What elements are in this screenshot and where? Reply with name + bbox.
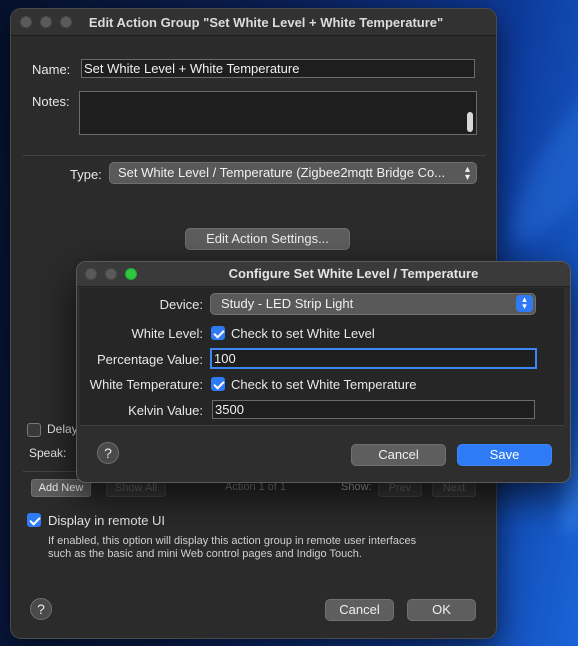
notes-textarea[interactable] [79, 91, 477, 135]
kelvin-label: Kelvin Value: [128, 403, 203, 418]
type-popup[interactable]: Set White Level / Temperature (Zigbee2mq… [109, 162, 477, 184]
delay-checkbox[interactable] [27, 423, 41, 437]
configure-dialog: Configure Set White Level / Temperature … [76, 261, 571, 483]
separator [23, 155, 486, 156]
delay-label: Delay [47, 422, 78, 436]
zoom-window-button[interactable] [125, 268, 137, 280]
help-icon[interactable]: ? [97, 442, 119, 464]
white-temperature-checkbox[interactable] [211, 377, 225, 391]
device-popup[interactable]: Study - LED Strip Light ▴ ▾ [210, 293, 536, 315]
white-temperature-checkbox-label: Check to set White Temperature [231, 377, 417, 392]
white-temperature-label: White Temperature: [89, 377, 203, 392]
display-remote-ui-checkbox[interactable] [27, 513, 41, 527]
wallpaper-streak [492, 42, 578, 258]
close-window-button[interactable] [85, 268, 97, 280]
white-level-checkbox-label: Check to set White Level [231, 326, 375, 341]
dialog-scrollbar[interactable] [558, 290, 564, 426]
notes-label: Notes: [32, 94, 70, 109]
updown-chevron-icon: ▴ ▾ [464, 164, 470, 183]
percentage-field[interactable]: 100 [210, 348, 537, 369]
white-level-label: White Level: [131, 326, 203, 341]
ok-button[interactable]: OK [407, 599, 476, 621]
dialog-title: Configure Set White Level / Temperature [228, 266, 479, 281]
notes-scrollbar[interactable] [467, 112, 473, 132]
percentage-label: Percentage Value: [97, 352, 203, 367]
help-icon[interactable]: ? [30, 598, 52, 620]
name-label: Name: [32, 62, 71, 77]
type-popup-value: Set White Level / Temperature (Zigbee2mq… [118, 165, 446, 180]
device-label: Device: [159, 297, 203, 312]
speak-label: Speak: [29, 446, 67, 460]
window-title: Edit Action Group "Set White Level + Whi… [88, 15, 444, 30]
white-level-checkbox[interactable] [211, 326, 225, 340]
cancel-button[interactable]: Cancel [325, 599, 394, 621]
type-label: Type: [70, 167, 102, 182]
dialog-cancel-button[interactable]: Cancel [351, 444, 446, 466]
save-button[interactable]: Save [457, 444, 552, 466]
dialog-titlebar: Configure Set White Level / Temperature [77, 262, 570, 287]
updown-chevron-icon: ▴ ▾ [516, 295, 533, 312]
remote-ui-note-line2: such as the basic and mini Web control p… [48, 548, 362, 560]
close-window-button[interactable] [20, 16, 32, 28]
minimize-window-button[interactable] [105, 268, 117, 280]
display-remote-ui-label: Display in remote UI [48, 513, 166, 528]
device-popup-value: Study - LED Strip Light [221, 296, 354, 311]
edit-action-settings-button[interactable]: Edit Action Settings... [185, 228, 350, 250]
name-field[interactable]: Set White Level + White Temperature [81, 59, 475, 78]
kelvin-field[interactable]: 3500 [212, 400, 535, 419]
window-titlebar: Edit Action Group "Set White Level + Whi… [11, 9, 496, 36]
remote-ui-note-line1: If enabled, this option will display thi… [48, 535, 417, 547]
